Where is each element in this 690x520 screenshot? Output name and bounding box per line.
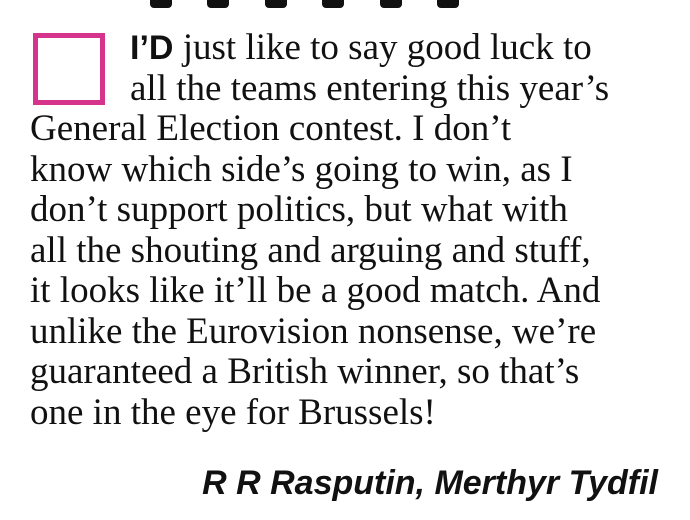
clipped-glyph (322, 0, 345, 8)
letter-line-8: unlike the Eurovision nonsense, we’re (30, 310, 597, 352)
clipped-glyph (264, 0, 287, 8)
letter-line-4: know which side’s going to win, as I (30, 148, 573, 190)
clipped-heading-fragment (150, 0, 530, 8)
letter-signature: R R Rasputin, Merthyr Tydfil (202, 464, 658, 502)
letter-line-7: it looks like it’ll be a good match. And (30, 270, 601, 311)
letter-line-text: just like to say good luck to (173, 27, 592, 68)
letter-line-6: all the shouting and arguing and stuff, (30, 229, 591, 271)
clipped-glyph (207, 0, 230, 8)
letter-line-1: I’D just like to say good luck to (30, 27, 670, 69)
letter-line-3: General Election contest. I don’t (30, 108, 512, 149)
letter-body: I’D just like to say good luck to all th… (30, 27, 670, 433)
letter-line-2: all the teams entering this year’s (130, 67, 610, 109)
letter-line-10: one in the eye for Brussels! (30, 391, 436, 433)
square-bullet-icon (33, 33, 105, 105)
clipped-glyph (437, 0, 460, 8)
clipped-glyph (150, 0, 172, 8)
letter-line-5: don’t support politics, but what with (30, 189, 568, 230)
clipped-glyph (379, 0, 402, 8)
letter-line-9: guaranteed a British winner, so that’s (30, 351, 580, 392)
lead-word: I’D (130, 29, 174, 67)
